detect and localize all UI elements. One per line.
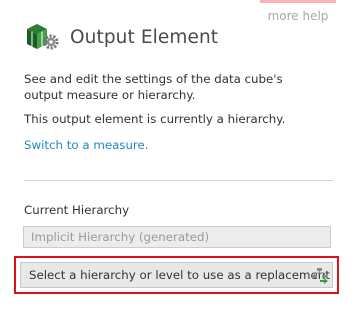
select-replacement-label: Select a hierarchy or level to use as a …: [29, 268, 330, 282]
more-help-link[interactable]: more help: [260, 0, 336, 28]
status-text: This output element is currently a hiera…: [24, 112, 286, 126]
switch-to-measure-link[interactable]: Switch to a measure.: [24, 138, 149, 152]
select-replacement-button[interactable]: Select a hierarchy or level to use as a …: [20, 262, 333, 288]
data-cube-gear-icon: [24, 22, 64, 52]
description-text: See and edit the settings of the data cu…: [24, 72, 283, 102]
current-hierarchy-field: Implicit Hierarchy (generated): [23, 226, 331, 248]
hierarchy-select-icon: [311, 267, 329, 285]
section-divider: [24, 180, 333, 181]
panel-header: Output Element: [24, 22, 218, 52]
current-hierarchy-label: Current Hierarchy: [24, 203, 130, 217]
panel-title: Output Element: [70, 26, 219, 48]
